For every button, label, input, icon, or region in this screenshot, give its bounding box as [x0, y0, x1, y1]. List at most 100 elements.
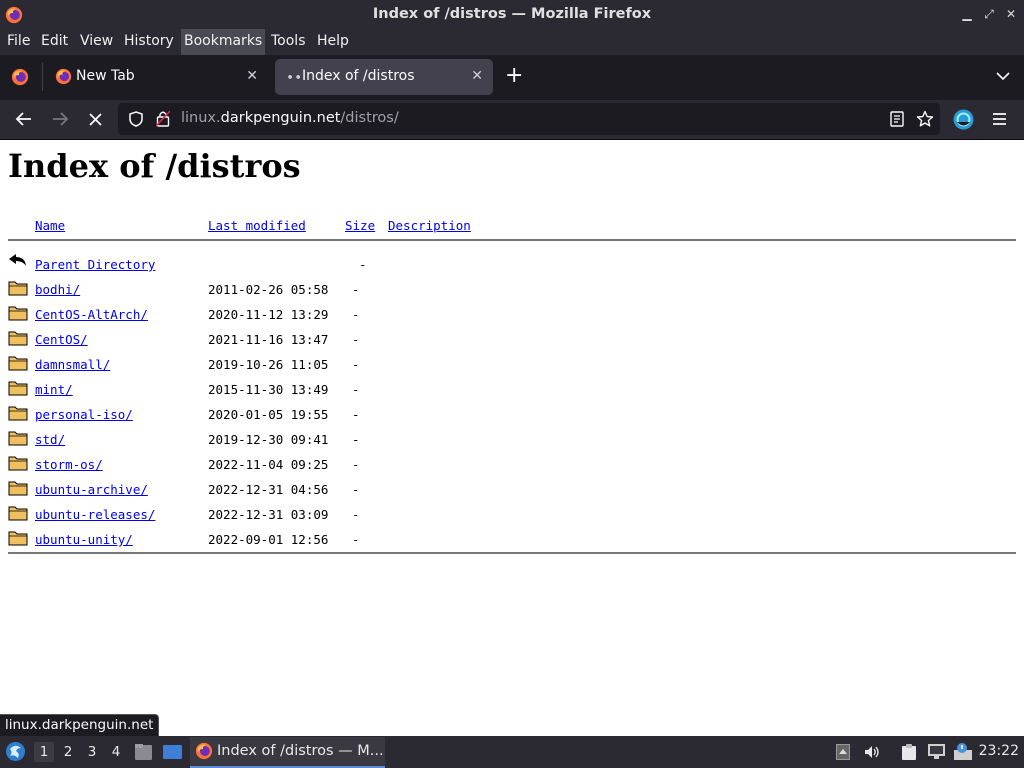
size: -	[352, 307, 360, 322]
tray-up-icon[interactable]	[836, 744, 850, 760]
app-menu-icon[interactable]	[5, 741, 26, 762]
tab-bar: New Tab ✕ ∙∙ Index of /distros ✕ +	[0, 55, 1024, 100]
tab-divider	[42, 63, 43, 91]
taskbar-firefox-window[interactable]: Index of /distros — M...	[190, 737, 385, 768]
menu-tools[interactable]: Tools	[268, 29, 309, 55]
header-divider	[8, 239, 1016, 241]
size: -	[352, 357, 360, 372]
menu-help[interactable]: Help	[314, 29, 352, 55]
last-modified: 2019-10-26 11:05	[208, 357, 329, 372]
size: -	[352, 457, 360, 472]
size: -	[352, 282, 360, 297]
directory-link[interactable]: CentOS-AltArch/	[35, 307, 148, 322]
directory-row: ubuntu-releases/2022-12-31 03:09 -	[0, 506, 1024, 532]
menu-view[interactable]: View	[77, 29, 116, 55]
update-notifier-icon[interactable]	[953, 742, 973, 762]
size: -	[352, 407, 360, 422]
workspace-2[interactable]: 2	[58, 742, 78, 762]
tab-close-icon[interactable]: ✕	[246, 68, 258, 84]
directory-row: damnsmall/2019-10-26 11:05 -	[0, 356, 1024, 382]
back-arrow-icon[interactable]	[15, 111, 33, 127]
column-header-description[interactable]: Description	[388, 218, 471, 233]
window-titlebar: Index of /distros — Mozilla Firefox ▁ ⤢ …	[0, 0, 1024, 29]
page-content: Index of /distros Name Last modified Siz…	[0, 140, 1024, 736]
minimize-icon[interactable]: ▁	[960, 5, 974, 23]
hamburger-menu-icon[interactable]	[992, 112, 1007, 126]
last-modified: 2022-12-31 04:56	[208, 482, 329, 497]
tab-label: New Tab	[76, 68, 135, 84]
last-modified: 2019-12-30 09:41	[208, 432, 329, 447]
parent-directory-row: Parent Directory -	[0, 254, 1024, 282]
menu-file[interactable]: File	[4, 29, 33, 55]
workspace-1[interactable]: 1	[34, 742, 54, 762]
show-desktop-icon[interactable]	[162, 743, 183, 761]
page-heading: Index of /distros	[8, 147, 301, 185]
forward-arrow-icon[interactable]	[51, 111, 69, 127]
menu-bookmarks[interactable]: Bookmarks	[181, 29, 266, 55]
close-icon[interactable]: ✕	[1004, 5, 1018, 23]
folder-icon	[8, 278, 28, 296]
status-bar: linux.darkpenguin.net	[0, 714, 160, 737]
menu-bar: File Edit View History Bookmarks Tools H…	[0, 29, 1024, 55]
tracking-protection-shield-icon[interactable]	[129, 111, 143, 127]
menu-history[interactable]: History	[121, 29, 177, 55]
tab-new-tab[interactable]: New Tab ✕	[46, 59, 268, 95]
directory-row: personal-iso/2020-01-05 19:55 -	[0, 406, 1024, 432]
directory-row: mint/2015-11-30 13:49 -	[0, 381, 1024, 407]
menu-edit[interactable]: Edit	[38, 29, 71, 55]
last-modified: 2020-11-12 13:29	[208, 307, 329, 322]
bookmark-star-icon[interactable]	[916, 110, 934, 128]
url-bar[interactable]: linux.darkpenguin.net/distros/	[118, 103, 940, 135]
directory-link[interactable]: mint/	[35, 382, 73, 397]
directory-link[interactable]: damnsmall/	[35, 357, 110, 372]
window-title: Index of /distros — Mozilla Firefox	[372, 6, 652, 22]
firefox-account-icon[interactable]	[953, 109, 974, 130]
firefox-view-icon[interactable]	[11, 68, 29, 86]
firefox-logo-icon	[195, 742, 213, 760]
new-tab-plus-icon[interactable]: +	[505, 63, 523, 88]
folder-icon	[8, 428, 28, 446]
navigation-toolbar: linux.darkpenguin.net/distros/	[0, 100, 1024, 140]
stop-loading-icon[interactable]	[88, 112, 103, 127]
directory-link[interactable]: ubuntu-unity/	[35, 532, 133, 547]
last-modified: 2022-11-04 09:25	[208, 457, 329, 472]
folder-icon	[8, 528, 28, 546]
maximize-icon[interactable]: ⤢	[982, 5, 996, 23]
workspace-3[interactable]: 3	[82, 742, 102, 762]
column-header-size[interactable]: Size	[345, 218, 375, 233]
file-manager-icon[interactable]	[134, 743, 153, 761]
column-header-name[interactable]: Name	[35, 218, 65, 233]
parent-directory-size: -	[359, 257, 367, 272]
tab-index-of-distros[interactable]: ∙∙ Index of /distros ✕	[275, 59, 493, 95]
directory-link[interactable]: storm-os/	[35, 457, 103, 472]
directory-link[interactable]: ubuntu-archive/	[35, 482, 148, 497]
size: -	[352, 382, 360, 397]
parent-directory-link[interactable]: Parent Directory	[35, 257, 155, 272]
directory-link[interactable]: ubuntu-releases/	[35, 507, 155, 522]
clipboard-icon[interactable]	[900, 743, 918, 761]
folder-icon	[8, 503, 28, 521]
tab-label: Index of /distros	[302, 68, 415, 84]
folder-icon	[8, 378, 28, 396]
reader-view-icon[interactable]	[890, 111, 904, 127]
back-arrow-icon	[9, 254, 26, 266]
volume-icon[interactable]	[864, 744, 880, 760]
directory-row: ubuntu-archive/2022-12-31 04:56 -	[0, 481, 1024, 507]
tab-close-icon[interactable]: ✕	[471, 68, 483, 84]
directory-link[interactable]: std/	[35, 432, 65, 447]
directory-row: storm-os/2022-11-04 09:25 -	[0, 456, 1024, 482]
folder-icon	[8, 303, 28, 321]
column-header-last-modified[interactable]: Last modified	[208, 218, 306, 233]
last-modified: 2022-09-01 12:56	[208, 532, 329, 547]
taskbar-window-label: Index of /distros — M...	[217, 743, 384, 759]
folder-icon	[8, 453, 28, 471]
url-text[interactable]: linux.darkpenguin.net/distros/	[181, 110, 399, 126]
workspace-4[interactable]: 4	[106, 742, 126, 762]
clock: 23:22	[978, 743, 1019, 759]
insecure-lock-icon[interactable]	[156, 110, 170, 127]
list-all-tabs-chevron-icon[interactable]	[996, 71, 1010, 81]
directory-link[interactable]: bodhi/	[35, 282, 80, 297]
network-icon[interactable]	[927, 743, 946, 760]
directory-link[interactable]: personal-iso/	[35, 407, 133, 422]
directory-link[interactable]: CentOS/	[35, 332, 88, 347]
